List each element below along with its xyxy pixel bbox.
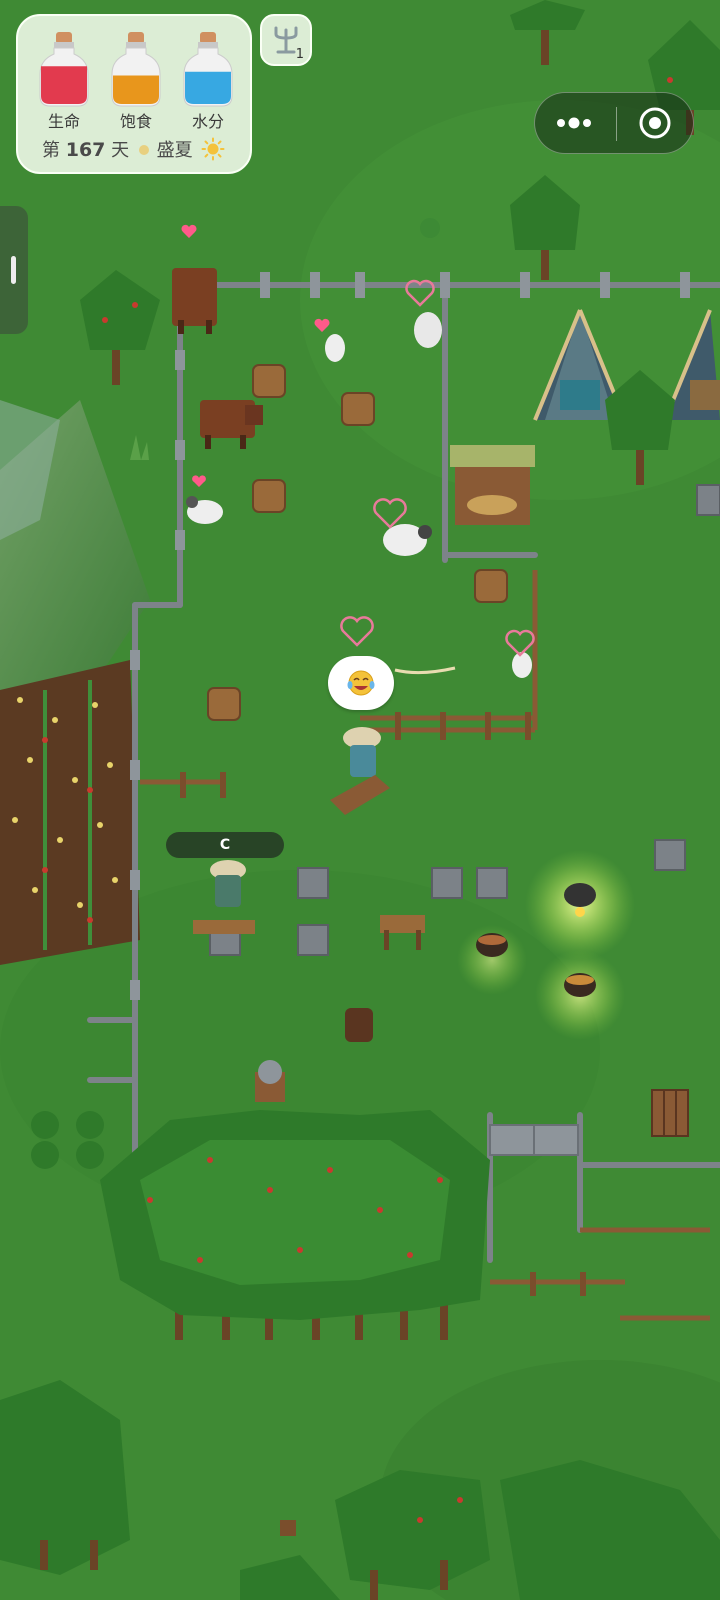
food-potion-icon: [111, 32, 161, 107]
status-panel: 生命 饱食 水分 第 167 天 盛夏: [16, 14, 252, 174]
season-label: 盛夏: [156, 140, 193, 161]
day-suffix: 天: [111, 140, 130, 161]
water-bottle: [178, 30, 238, 114]
day-season-row: 第 167 天 盛夏: [42, 136, 225, 162]
goat[interactable]: [512, 652, 532, 678]
small-crate[interactable]: [280, 1520, 296, 1536]
laughing-crying-face-icon: [347, 670, 375, 696]
goat[interactable]: [325, 334, 345, 362]
tool-button[interactable]: 1: [260, 14, 312, 66]
health-potion-icon: [39, 32, 89, 107]
season-dot-icon: [138, 145, 149, 155]
health-label: 生命: [47, 112, 80, 131]
stone-gate[interactable]: [489, 1124, 579, 1156]
player-name-tag: C: [166, 832, 284, 858]
health-bottle: [34, 30, 94, 114]
miniprogram-capsule: [534, 92, 694, 154]
water-potion-icon: [183, 32, 233, 107]
tool-count: 1: [295, 47, 304, 62]
sun-icon: [201, 137, 225, 161]
cow[interactable]: [172, 268, 217, 334]
emote-bubble: [328, 656, 394, 710]
drawer-grip: [11, 256, 16, 284]
campfire-cooking-pot[interactable]: [535, 950, 625, 1040]
side-drawer-tab[interactable]: [0, 206, 28, 334]
hunger-label: 饱食: [119, 112, 152, 131]
animal-shelter[interactable]: [450, 445, 535, 525]
day-number: 167: [65, 139, 106, 161]
campfire-cooking-pot[interactable]: [457, 925, 527, 995]
game-world[interactable]: [0, 0, 720, 1600]
dark-barrel[interactable]: [345, 1008, 373, 1042]
grinder[interactable]: [255, 1060, 285, 1102]
sheep[interactable]: [414, 312, 442, 348]
hunger-bottle: [106, 30, 166, 114]
day-prefix: 第: [42, 140, 60, 161]
water-label: 水分: [191, 112, 224, 131]
cage[interactable]: [651, 1089, 689, 1137]
more-dots-icon[interactable]: [535, 93, 615, 153]
target-circle-icon[interactable]: [617, 93, 695, 153]
crop-field[interactable]: [0, 660, 140, 965]
campfire-cooking-pot[interactable]: [525, 850, 635, 960]
